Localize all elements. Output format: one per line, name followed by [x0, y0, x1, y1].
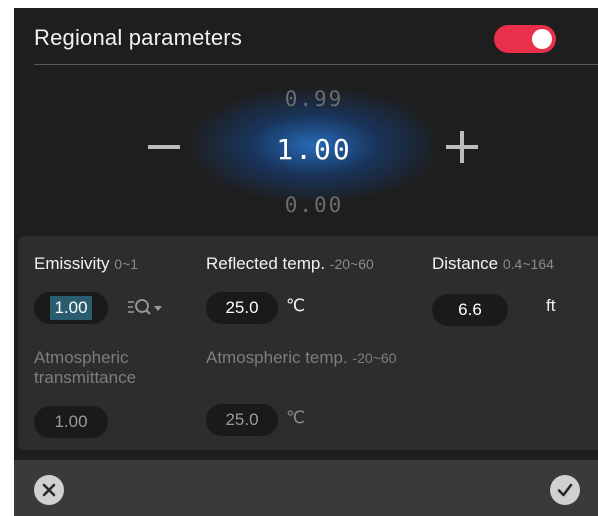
atm-temp-label: Atmospheric temp. -20~60 [206, 348, 397, 367]
distance-range: 0.4~164 [502, 256, 554, 272]
emissivity-range: 0~1 [114, 256, 139, 272]
reflected-temp-range: -20~60 [329, 256, 374, 272]
picker-current-value[interactable]: 1.00 [224, 133, 404, 166]
atm-transmittance-label: Atmospheric transmittance [34, 348, 137, 387]
distance-unit: ft [546, 296, 556, 315]
emissivity-label: Emissivity 0~1 [34, 254, 139, 273]
footer-bar [14, 460, 598, 516]
atm-temp-unit: ℃ [286, 408, 306, 427]
cancel-button[interactable] [34, 475, 64, 505]
atm-temp-range: -20~60 [352, 350, 397, 366]
check-icon [557, 483, 573, 497]
close-icon [42, 483, 56, 497]
decrement-button[interactable] [142, 125, 186, 169]
regional-toggle[interactable] [494, 25, 556, 53]
atm-temp-field[interactable]: 25.0 [206, 404, 278, 436]
atm-transmittance-field[interactable]: 1.00 [34, 406, 108, 438]
header: Regional parameters [14, 8, 598, 64]
emissivity-value: 1.00 [50, 296, 92, 320]
page-title: Regional parameters [34, 25, 243, 50]
value-picker[interactable]: 0.99 1.00 0.00 [14, 65, 598, 235]
magnify-dropdown-icon[interactable] [126, 296, 166, 325]
regional-parameters-panel: Regional parameters 0.99 1.00 0.00 Emiss… [14, 8, 598, 516]
confirm-button[interactable] [550, 475, 580, 505]
parameters-card: Emissivity 0~1 1.00 Reflected temp. -20~… [18, 236, 598, 450]
increment-button[interactable] [440, 125, 484, 169]
reflected-temp-field[interactable]: 25.0 [206, 292, 278, 324]
distance-field[interactable]: 6.6 [432, 294, 508, 326]
minus-icon [148, 145, 180, 149]
toggle-knob [532, 29, 552, 49]
picker-prev-value[interactable]: 0.99 [224, 87, 404, 111]
distance-label: Distance 0.4~164 [432, 254, 554, 273]
reflected-temp-unit: ℃ [286, 296, 306, 315]
emissivity-field[interactable]: 1.00 [34, 292, 108, 324]
picker-next-value[interactable]: 0.00 [224, 193, 404, 217]
reflected-temp-label: Reflected temp. -20~60 [206, 254, 374, 273]
